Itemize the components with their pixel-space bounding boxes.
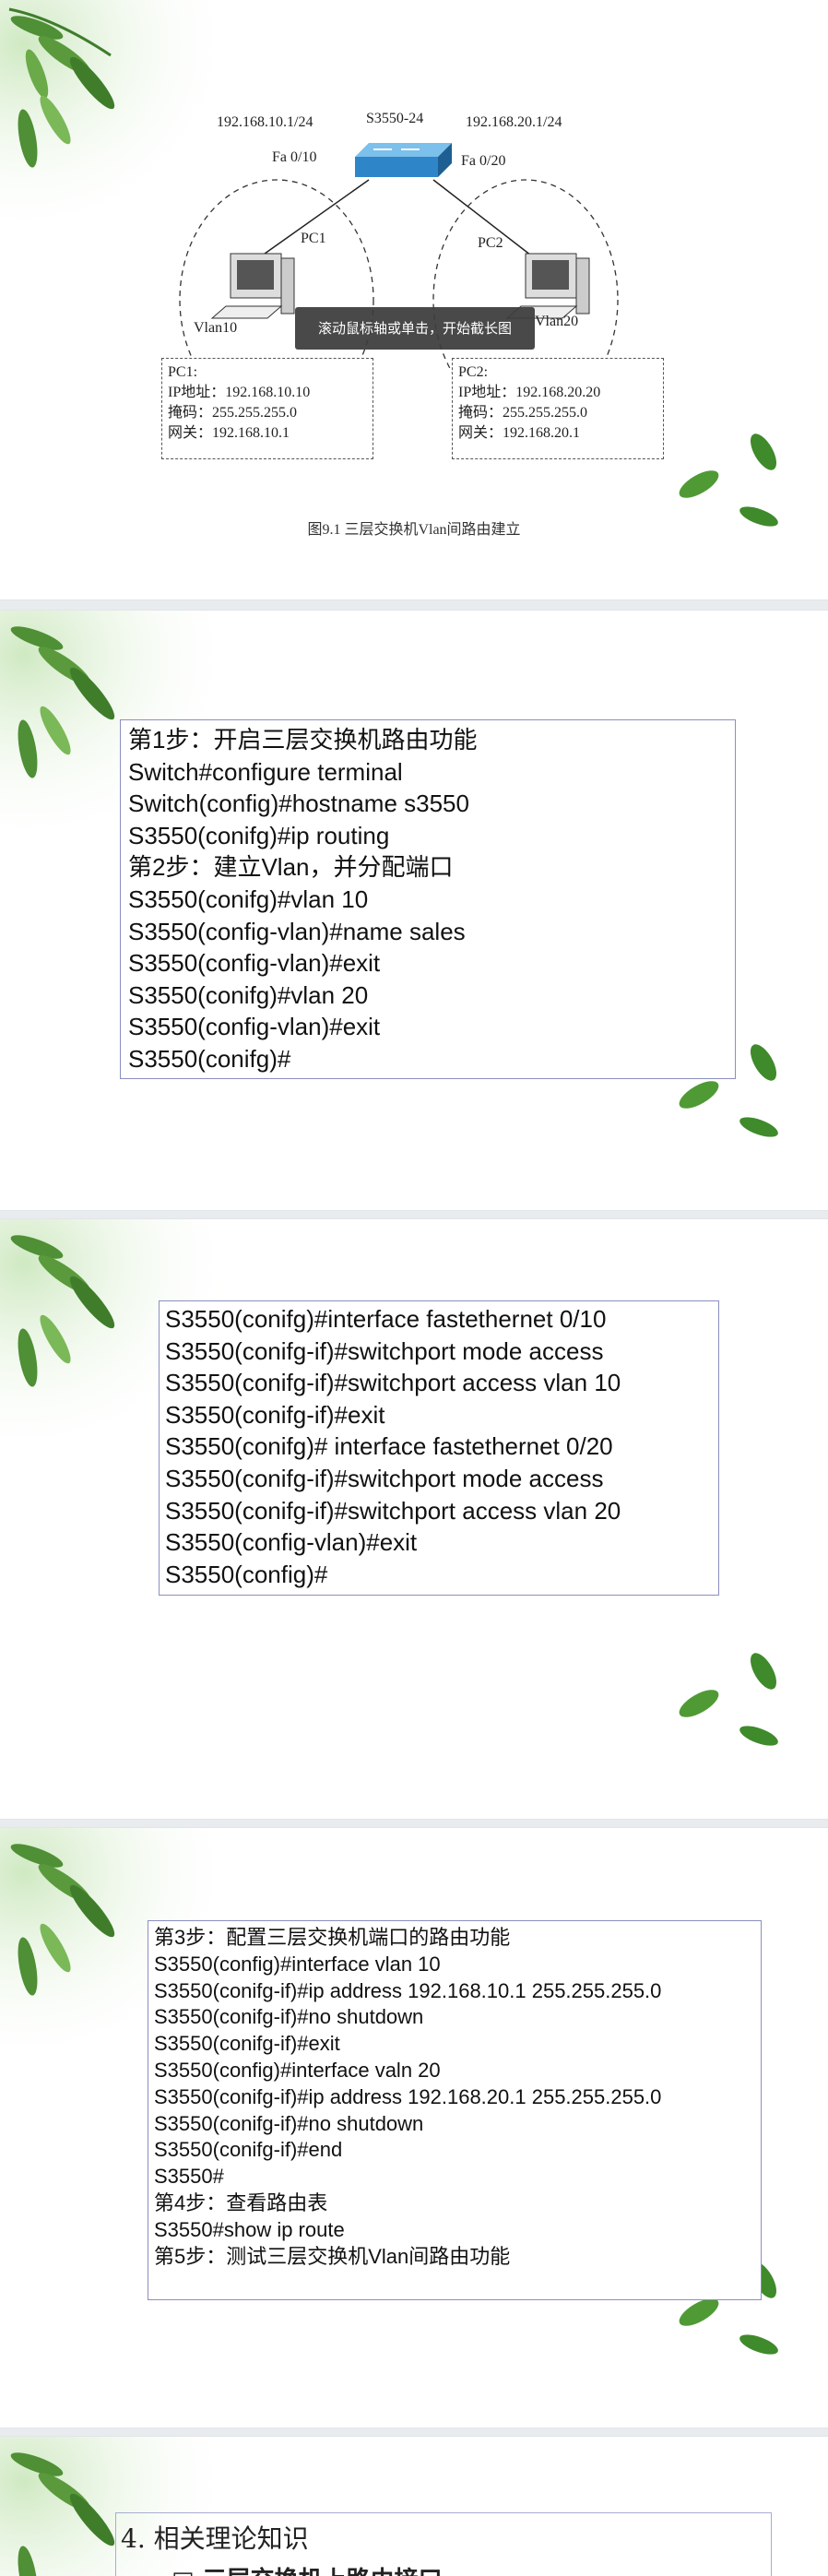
code-box: 第1步：开启三层交换机路由功能 Switch#configure termina… — [120, 719, 736, 1079]
code-line: S3550(config-vlan)#exit — [128, 949, 381, 978]
left-ip-label: 192.168.10.1/24 — [217, 114, 313, 130]
left-port-label: Fa 0/10 — [272, 149, 317, 165]
vlan20-label: Vlan20 — [535, 314, 579, 329]
pc1-label: PC1 — [301, 231, 326, 246]
code-line: Switch(config)#hostname s3550 — [128, 789, 469, 818]
code-line: 第5步：测试三层交换机Vlan间路由功能 — [154, 2244, 511, 2268]
code-line: 第2步：建立Vlan，并分配端口 — [128, 853, 454, 882]
pc2-mask: 掩码：255.255.255.0 — [458, 405, 588, 421]
switch-icon — [355, 143, 452, 177]
network-diagram: 192.168.10.1/24 S3550-24 192.168.20.1/24… — [157, 101, 664, 461]
code-line: S3550(conifg-if)#switchport access vlan … — [165, 1369, 621, 1397]
code-line: S3550(config)#interface valn 20 — [154, 2058, 441, 2082]
code-line: S3550# — [154, 2165, 224, 2189]
code-line: 第3步：配置三层交换机端口的路由功能 — [154, 1926, 511, 1949]
leaf-decoration — [679, 433, 778, 527]
vlan10-label: Vlan10 — [194, 320, 238, 336]
code-line: S3550(conifg-if)#ip address 192.168.10.1… — [154, 1978, 662, 2002]
pc1-mask: 掩码：255.255.255.0 — [168, 405, 298, 421]
code-line: S3550(config)# — [165, 1560, 328, 1588]
code-line: S3550(conifg-if)#switchport mode access — [165, 1336, 604, 1365]
code-line: S3550(conifg)#ip routing — [128, 821, 390, 849]
theory-box: 4. 相关理论知识 □ 三层交换机上路由接口 — [115, 2512, 772, 2576]
code-line: S3550(conifg-if)#ip address 192.168.20.1… — [154, 2084, 662, 2108]
code-line: S3550(config-vlan)#exit — [128, 1013, 381, 1041]
code-line: S3550#show ip route — [154, 2217, 345, 2241]
code-line: S3550(conifg)#interface fastethernet 0/1… — [165, 1305, 607, 1333]
switch-name-label: S3550-24 — [366, 111, 424, 126]
code-line: S3550(config-vlan)#name sales — [128, 917, 466, 945]
slide-3: S3550(conifg)#interface fastethernet 0/1… — [0, 1219, 828, 1819]
subsection-heading: □ 三层交换机上路由接口 — [172, 2561, 443, 2576]
code-line: S3550(conifg)#vlan 20 — [128, 980, 369, 1009]
pc2-info-box: PC2: IP地址：192.168.20.20 掩码：255.255.255.0… — [452, 358, 664, 459]
code-line: 第4步：查看路由表 — [154, 2190, 328, 2214]
screenshot-tooltip[interactable]: 滚动鼠标轴或单击，开始截长图 — [295, 307, 535, 350]
slide-4: 第3步：配置三层交换机端口的路由功能 S3550(config)#interfa… — [0, 1828, 828, 2428]
slide-5: 4. 相关理论知识 □ 三层交换机上路由接口 — [0, 2437, 828, 2576]
pc2-info-title: PC2: — [458, 364, 489, 380]
pc1-gateway: 网关：192.168.10.1 — [168, 425, 290, 441]
code-line: S3550(conifg-if)#exit — [154, 2032, 340, 2056]
code-line: S3550(conifg)# — [128, 1044, 291, 1073]
code-box: S3550(conifg)#interface fastethernet 0/1… — [159, 1300, 719, 1596]
code-line: S3550(conifg-if)#exit — [165, 1400, 385, 1429]
code-line: 第1步：开启三层交换机路由功能 — [128, 726, 478, 754]
code-box: 第3步：配置三层交换机端口的路由功能 S3550(config)#interfa… — [148, 1920, 762, 2300]
pc2-ip: IP地址：192.168.20.20 — [458, 385, 601, 400]
slide-1: 192.168.10.1/24 S3550-24 192.168.20.1/24… — [0, 0, 828, 599]
pc2-label: PC2 — [478, 235, 503, 251]
right-ip-label: 192.168.20.1/24 — [466, 114, 562, 130]
code-line: S3550(config)#interface vlan 10 — [154, 1952, 441, 1976]
pc1-ip: IP地址：192.168.10.10 — [168, 385, 311, 400]
code-line: S3550(conifg-if)#switchport access vlan … — [165, 1496, 621, 1525]
right-port-label: Fa 0/20 — [461, 153, 506, 169]
code-line: S3550(conifg-if)#no shutdown — [154, 2005, 424, 2029]
code-line: Switch#configure terminal — [128, 757, 403, 786]
pc1-icon — [210, 253, 295, 319]
code-line: S3550(config-vlan)#exit — [165, 1528, 418, 1557]
pc2-gateway: 网关：192.168.20.1 — [458, 425, 581, 441]
section-heading: 4. 相关理论知识 — [121, 2523, 309, 2554]
leaf-decoration — [679, 1653, 778, 1746]
figure-caption: 图9.1 三层交换机Vlan间路由建立 — [307, 522, 521, 538]
code-line: S3550(conifg)# interface fastethernet 0/… — [165, 1432, 613, 1461]
code-line: S3550(conifg-if)#no shutdown — [154, 2111, 424, 2135]
code-line: S3550(conifg-if)#end — [154, 2138, 343, 2162]
pc1-info-title: PC1: — [168, 364, 198, 380]
code-line: S3550(conifg-if)#switchport mode access — [165, 1464, 604, 1492]
pc1-info-box: PC1: IP地址：192.168.10.10 掩码：255.255.255.0… — [161, 358, 373, 459]
code-line: S3550(conifg)#vlan 10 — [128, 884, 369, 913]
slide-2: 第1步：开启三层交换机路由功能 Switch#configure termina… — [0, 611, 828, 1210]
